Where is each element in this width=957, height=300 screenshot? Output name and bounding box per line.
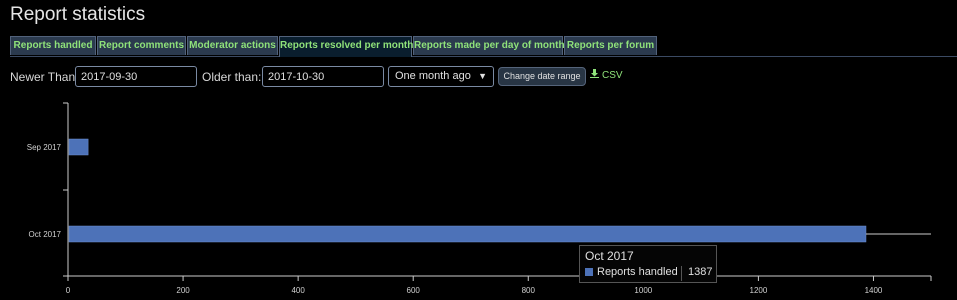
x-tick-label-200: 200 (176, 286, 190, 295)
tooltip-divider (681, 266, 682, 281)
x-tick-label-1000: 1000 (634, 286, 652, 295)
tooltip-swatch (585, 268, 593, 276)
y-category-label-1: Oct 2017 (29, 230, 62, 239)
x-tick-label-600: 600 (407, 286, 421, 295)
y-category-label-0: Sep 2017 (27, 143, 62, 152)
bar-sep-2017 (68, 138, 89, 156)
x-tick-label-1200: 1200 (750, 286, 768, 295)
chart-tooltip: Oct 2017 Reports handled 1387 (579, 245, 717, 283)
x-tick-label-800: 800 (522, 286, 536, 295)
bar-oct-2017 (68, 225, 867, 243)
tooltip-series-name: Reports handled (597, 266, 678, 278)
tooltip-title: Oct 2017 (585, 249, 634, 263)
x-tick-label-1400: 1400 (865, 286, 883, 295)
x-tick-label-400: 400 (291, 286, 305, 295)
tooltip-value: 1387 (688, 266, 713, 278)
x-tick-label-0: 0 (66, 286, 71, 295)
bar-chart: 0 200 400 600 800 1000 1200 1400 Sep 2017 Oct 201… (27, 102, 932, 295)
tooltip-series: Reports handled (585, 266, 678, 278)
